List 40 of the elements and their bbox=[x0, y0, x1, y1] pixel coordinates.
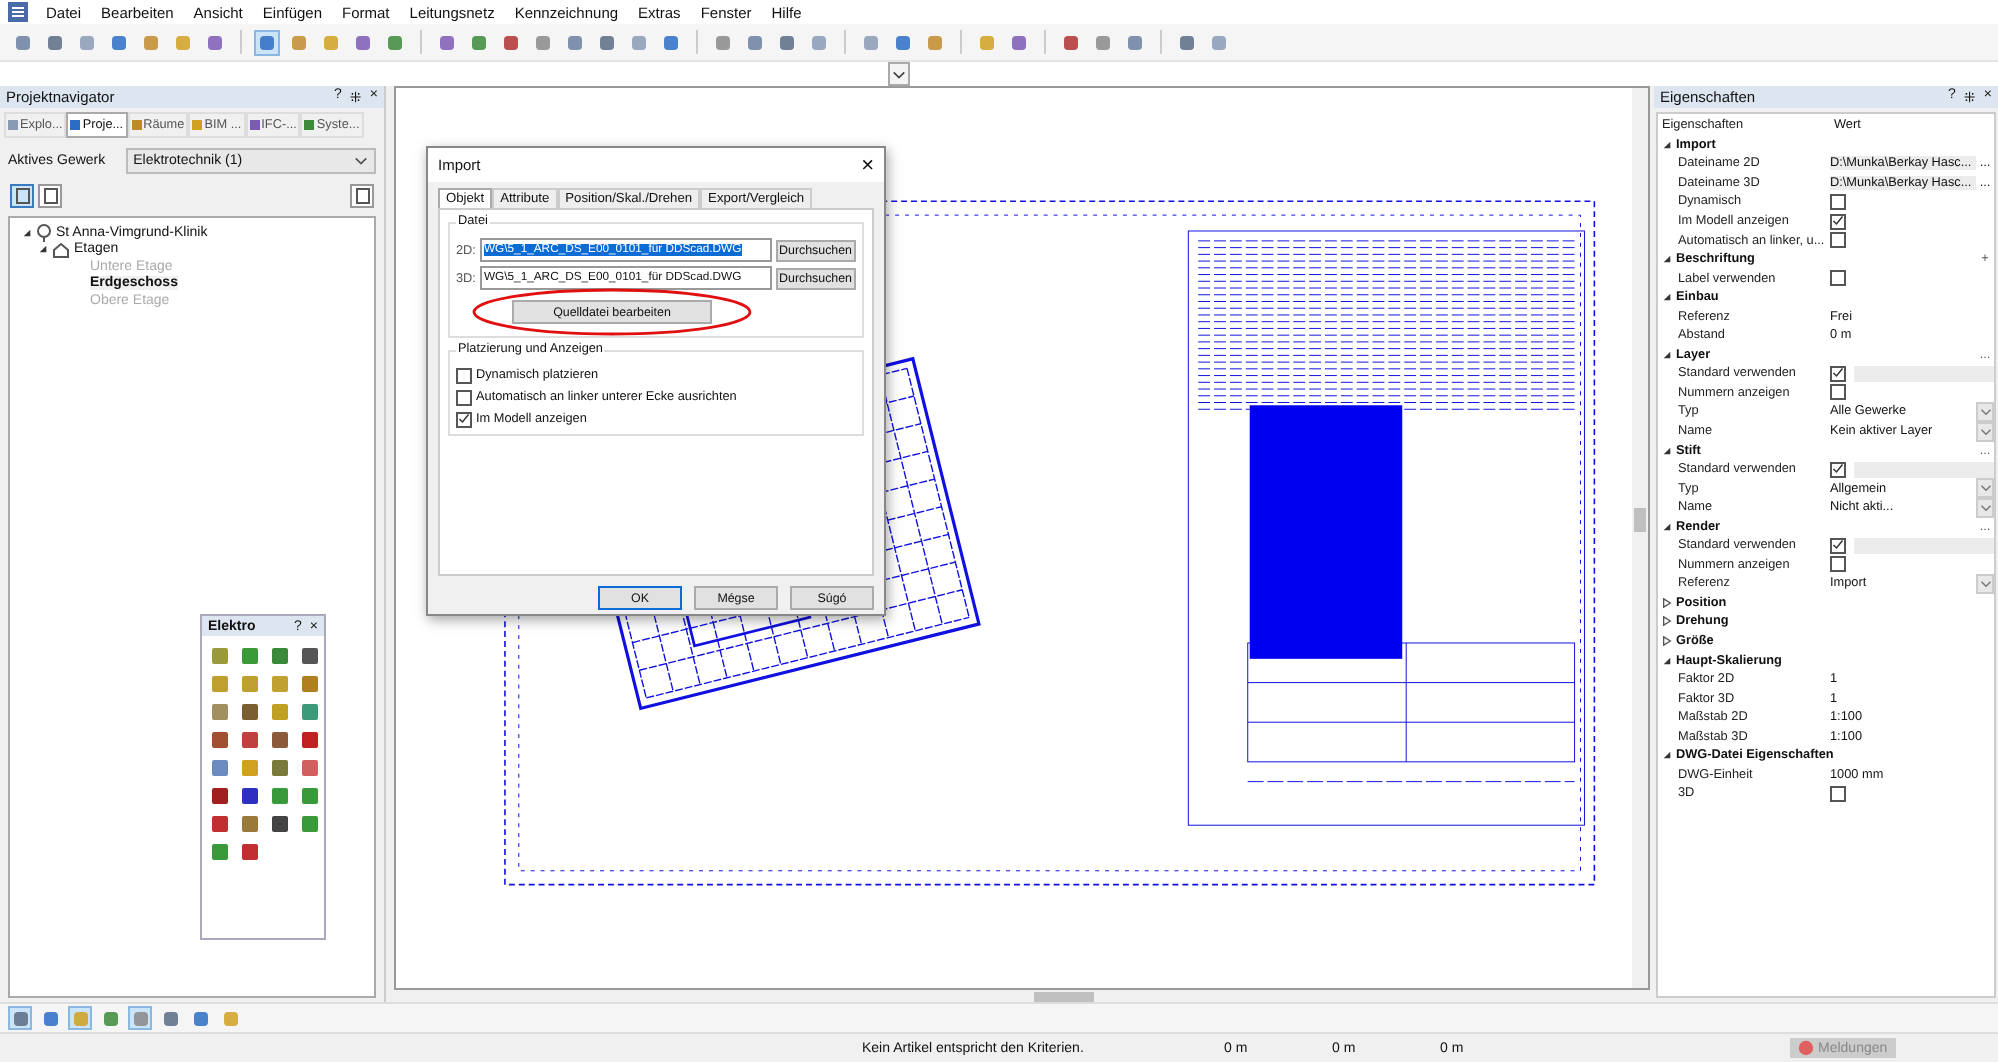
dropdown-button[interactable] bbox=[1976, 573, 1994, 594]
checkbox[interactable] bbox=[456, 389, 472, 405]
expand-toggle-icon[interactable] bbox=[1662, 349, 1672, 360]
dropdown-button[interactable] bbox=[888, 62, 910, 86]
vertical-scrollbar[interactable] bbox=[1632, 88, 1648, 988]
checkbox[interactable] bbox=[1830, 270, 1846, 287]
checkbox[interactable] bbox=[1830, 232, 1846, 249]
expand-toggle-icon[interactable] bbox=[1662, 616, 1672, 627]
checkbox[interactable] bbox=[1830, 461, 1846, 478]
expand-toggle-icon[interactable] bbox=[1662, 636, 1672, 647]
checkbox[interactable] bbox=[456, 367, 472, 383]
caret-icon bbox=[1979, 577, 1991, 590]
expand-toggle-icon[interactable] bbox=[1662, 445, 1672, 456]
view-toggle-icon[interactable] bbox=[38, 184, 62, 208]
checkbox[interactable] bbox=[1830, 384, 1846, 401]
checkbox[interactable] bbox=[1830, 365, 1846, 382]
view-toggle-icon[interactable] bbox=[10, 184, 34, 208]
dropdown-button[interactable] bbox=[1976, 401, 1994, 422]
checkbox[interactable] bbox=[1830, 213, 1846, 229]
caret-icon bbox=[354, 154, 368, 168]
checkbox[interactable] bbox=[1830, 556, 1846, 573]
expand-toggle-icon[interactable] bbox=[1662, 750, 1672, 761]
expand-toggle-icon[interactable] bbox=[38, 244, 48, 255]
expand-toggle-icon[interactable] bbox=[22, 227, 32, 238]
checkbox[interactable] bbox=[1830, 785, 1846, 802]
alert-icon bbox=[1798, 1040, 1814, 1056]
checkbox[interactable] bbox=[1830, 193, 1846, 210]
expand-toggle-icon[interactable] bbox=[1662, 655, 1672, 666]
checkbox[interactable] bbox=[1830, 537, 1846, 554]
expand-toggle-icon[interactable] bbox=[1662, 521, 1672, 532]
expand-toggle-icon[interactable] bbox=[1662, 292, 1672, 303]
expand-toggle-icon[interactable] bbox=[1662, 254, 1672, 265]
expand-toggle-icon[interactable] bbox=[1662, 139, 1672, 150]
caret-icon bbox=[892, 67, 906, 81]
expand-toggle-icon[interactable] bbox=[1662, 597, 1672, 608]
house-icon bbox=[52, 241, 70, 258]
pin-icon bbox=[36, 223, 52, 242]
close-button[interactable]: × bbox=[861, 153, 874, 177]
windows-icon[interactable] bbox=[350, 184, 374, 208]
checkbox[interactable] bbox=[456, 411, 472, 427]
